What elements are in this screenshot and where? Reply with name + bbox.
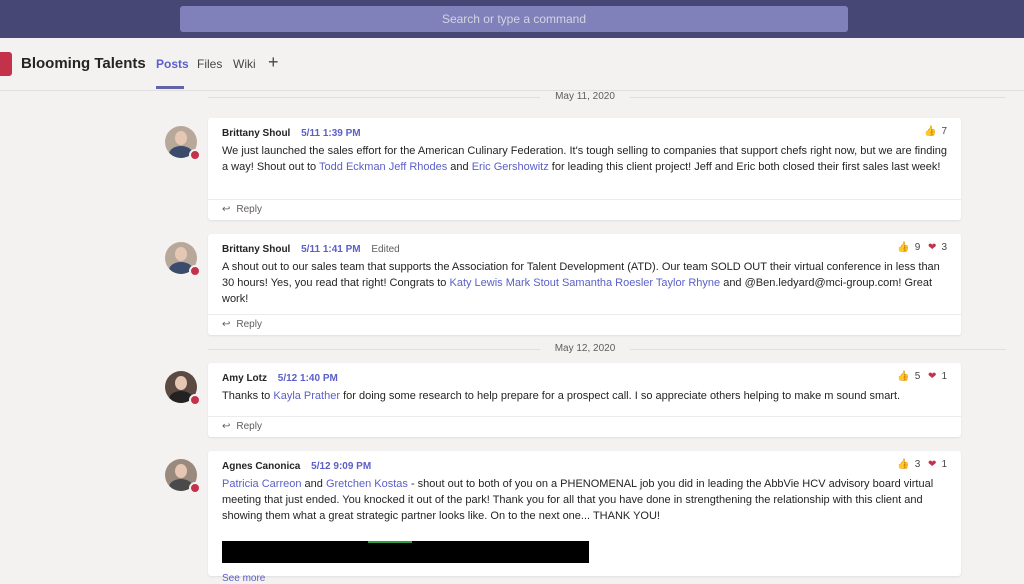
presence-busy-icon [189, 394, 201, 406]
reply-bar: ↩ Reply [208, 314, 961, 335]
post-author[interactable]: Amy Lotz [222, 373, 267, 384]
post-body: Thanks to Kayla Prather for doing some r… [222, 388, 948, 404]
reactions[interactable]: 👍 3 ❤ 1 [892, 459, 947, 470]
thumbs-up-icon[interactable]: 👍 [924, 126, 936, 137]
mention[interactable]: Kayla Prather [273, 390, 340, 402]
like-count: 5 [914, 371, 921, 382]
thumbs-up-icon[interactable]: 👍 [897, 242, 909, 253]
plus-icon[interactable]: + [268, 52, 279, 73]
reply-button[interactable]: ↩ Reply [222, 319, 262, 330]
reply-button[interactable]: ↩ Reply [222, 204, 262, 215]
reply-bar: ↩ Reply [208, 416, 961, 437]
search-input[interactable] [180, 6, 848, 32]
post-text: for doing some research to help prepare … [340, 390, 901, 402]
heart-icon[interactable]: ❤ [928, 371, 936, 382]
mention[interactable]: Gretchen Kostas [326, 478, 408, 490]
post-text: Thanks to [222, 390, 274, 402]
tab-files[interactable]: Files [197, 57, 222, 71]
reply-label: Reply [236, 421, 262, 432]
tab-wiki[interactable]: Wiki [233, 57, 256, 71]
reactions[interactable]: 👍 7 [919, 126, 947, 137]
post-text: for leading this client project! Jeff an… [548, 161, 941, 173]
post-card: Amy Lotz 5/12 1:40 PM 👍 5 ❤ 1 Thanks to Ka… [165, 363, 961, 437]
team-avatar[interactable] [0, 52, 12, 76]
post-author[interactable]: Agnes Canonica [222, 461, 300, 472]
reply-label: Reply [236, 319, 262, 330]
attached-image[interactable] [222, 541, 589, 563]
post-meta: Amy Lotz 5/12 1:40 PM [222, 373, 338, 384]
post-text: and [301, 478, 326, 490]
post-time[interactable]: 5/12 9:09 PM [311, 461, 371, 472]
channel-header: Blooming Talents Posts Files Wiki + [0, 38, 1024, 91]
post-body: Patricia Carreon and Gretchen Kostas - s… [222, 476, 948, 524]
reactions[interactable]: 👍 5 ❤ 1 [892, 371, 947, 382]
top-bar [0, 0, 1024, 38]
presence-busy-icon [189, 149, 201, 161]
post-author[interactable]: Brittany Shoul [222, 128, 290, 139]
reply-label: Reply [236, 204, 262, 215]
mention[interactable]: Katy Lewis Mark Stout Samantha Roesler T… [449, 277, 720, 289]
heart-count: 1 [941, 371, 947, 382]
post-time[interactable]: 5/11 1:39 PM [301, 128, 360, 139]
post-time[interactable]: 5/11 1:41 PM [301, 244, 360, 255]
post-card: Brittany Shoul 5/11 1:39 PM 👍 7 We just l… [165, 118, 961, 220]
post-meta: Brittany Shoul 5/11 1:41 PM Edited [222, 244, 400, 255]
post-meta: Agnes Canonica 5/12 9:09 PM [222, 461, 371, 472]
reply-bar: ↩ Reply [208, 199, 961, 220]
reply-arrow-icon: ↩ [222, 204, 231, 215]
post-card: Agnes Canonica 5/12 9:09 PM 👍 3 ❤ 1 Patric… [165, 451, 961, 584]
heart-count: 1 [941, 459, 947, 470]
tab-posts[interactable]: Posts [156, 57, 189, 71]
reply-arrow-icon: ↩ [222, 319, 231, 330]
heart-icon[interactable]: ❤ [928, 242, 936, 253]
like-count: 9 [914, 242, 921, 253]
active-tab-indicator [156, 86, 184, 89]
post-meta: Brittany Shoul 5/11 1:39 PM [222, 128, 361, 139]
mention[interactable]: Patricia Carreon [222, 478, 301, 490]
posts-feed[interactable]: May 11, 2020 Brittany Shoul 5/11 1:39 PM… [0, 91, 1024, 584]
thumbs-up-icon[interactable]: 👍 [897, 459, 909, 470]
heart-count: 3 [941, 242, 947, 253]
date-label: May 12, 2020 [540, 343, 630, 354]
post-text: and [447, 161, 472, 173]
heart-icon[interactable]: ❤ [928, 459, 936, 470]
edited-label: Edited [371, 244, 400, 255]
date-label: May 11, 2020 [540, 91, 630, 102]
like-count: 3 [914, 459, 921, 470]
thumbs-up-icon[interactable]: 👍 [897, 371, 909, 382]
mention[interactable]: Todd Eckman Jeff Rhodes [319, 161, 447, 173]
presence-busy-icon [189, 482, 201, 494]
reactions[interactable]: 👍 9 ❤ 3 [892, 242, 947, 253]
reply-arrow-icon: ↩ [222, 421, 231, 432]
post-author[interactable]: Brittany Shoul [222, 244, 290, 255]
see-more-link[interactable]: See more [222, 573, 265, 584]
like-count: 7 [941, 126, 947, 137]
team-name: Blooming Talents [21, 55, 146, 72]
post-body: We just launched the sales effort for th… [222, 143, 948, 175]
post-body: A shout out to our sales team that suppo… [222, 259, 948, 307]
presence-busy-icon [189, 265, 201, 277]
mention[interactable]: Eric Gershowitz [472, 161, 549, 173]
post-card: Brittany Shoul 5/11 1:41 PM Edited 👍 9 ❤ 3… [165, 234, 961, 335]
post-time[interactable]: 5/12 1:40 PM [278, 373, 338, 384]
reply-button[interactable]: ↩ Reply [222, 421, 262, 432]
